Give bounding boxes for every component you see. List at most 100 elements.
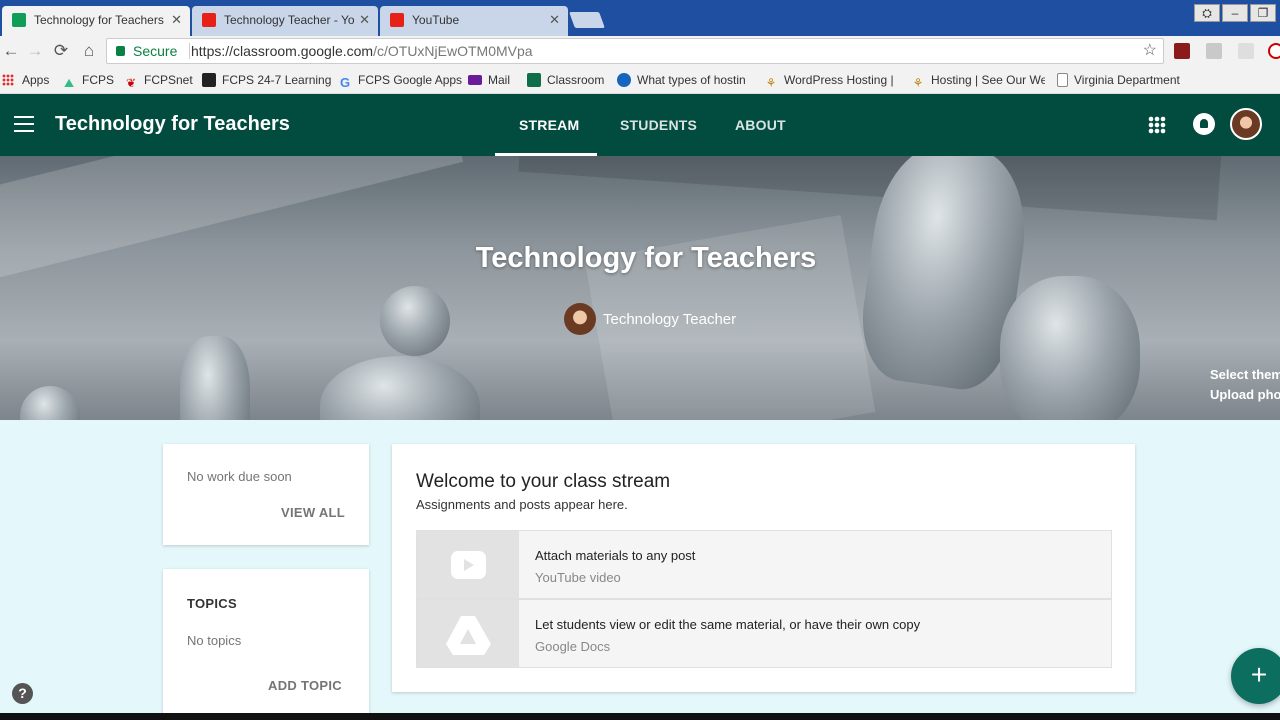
teacher-name: Technology Teacher [603, 311, 737, 328]
bookmark-label: FCPSnet [144, 73, 193, 87]
bookmark-apps[interactable]: Apps [2, 72, 49, 88]
mannequin-figure [380, 286, 450, 356]
teacher-avatar [564, 303, 596, 335]
bookmark-fcpsnet[interactable]: ❦ FCPSnet [124, 72, 193, 90]
mannequin-figure [320, 356, 480, 420]
mail-icon [468, 75, 482, 85]
google-drive-icon [446, 616, 491, 655]
welcome-title: Welcome to your class stream [416, 471, 671, 492]
classroom-icon [12, 13, 26, 27]
banner-decor [518, 156, 1222, 221]
maximize-button[interactable]: ❐ [1250, 4, 1276, 22]
youtube-icon [390, 13, 404, 27]
add-topic-button[interactable]: ADD TOPIC [268, 678, 342, 693]
tip-youtube: Attach materials to any post YouTube vid… [416, 530, 1112, 599]
tip-google-docs: Let students view or edit the same mater… [416, 599, 1112, 668]
close-icon[interactable]: ✕ [549, 6, 560, 34]
tip-source: Google Docs [535, 639, 611, 654]
extension-icon[interactable] [1206, 43, 1222, 59]
reload-icon[interactable]: ⟳ [50, 40, 72, 62]
close-icon[interactable]: ✕ [359, 6, 370, 34]
bookmark-fcps-google-apps[interactable]: G FCPS Google Apps [338, 72, 462, 90]
close-icon[interactable]: ✕ [171, 6, 182, 34]
stream-welcome-card: Welcome to your class stream Assignments… [392, 444, 1135, 692]
tab-about[interactable]: ABOUT [735, 117, 786, 133]
screen-bottom-edge [0, 713, 1280, 720]
bookmark-label: Mail [488, 73, 511, 87]
welcome-subtitle: Assignments and posts appear here. [416, 497, 628, 512]
create-post-button[interactable]: + [1231, 648, 1280, 704]
browser-tab-strip: Technology for Teachers ✕ Technology Tea… [0, 0, 1280, 36]
tab-stream[interactable]: STREAM [519, 117, 579, 133]
view-all-button[interactable]: VIEW ALL [281, 505, 345, 520]
bookmark-wordpress-hosting[interactable]: ⚘ WordPress Hosting | [764, 72, 898, 90]
account-avatar[interactable] [1230, 108, 1262, 140]
back-arrow-icon[interactable]: ← [0, 40, 22, 62]
youtube-play-icon [451, 551, 486, 579]
bookmark-label: FCPS [82, 73, 115, 87]
pdf-extension-icon[interactable] [1174, 43, 1190, 59]
bookmark-label: Apps [22, 73, 50, 87]
browser-tab-youtube-channel[interactable]: Technology Teacher - Yo ✕ [192, 6, 378, 36]
topics-status: No topics [187, 633, 242, 648]
bookmark-fcps[interactable]: ⛰ FCPS [62, 72, 114, 90]
tab-title: Technology for Teachers [34, 13, 164, 27]
home-icon[interactable]: ⌂ [78, 40, 100, 62]
mannequin-figure [1000, 276, 1140, 420]
tab-students[interactable]: STUDENTS [620, 117, 697, 133]
globe-icon [617, 73, 631, 87]
divider [189, 43, 190, 59]
bookmark-hosting-types[interactable]: What types of hostin [617, 72, 751, 88]
bookmark-virginia-department[interactable]: Virginia Department [1057, 72, 1187, 88]
bookmark-label: Classroom [547, 73, 605, 87]
extension-icon[interactable] [1238, 43, 1254, 59]
tip-thumbnail [417, 600, 519, 667]
bookmarks-bar: Apps ⛰ FCPS ❦ FCPSnet FCPS 24-7 Learning G… [0, 66, 1280, 94]
url-text: https://classroom.google.com/c/OTUxNjEwO… [191, 39, 533, 63]
class-banner: Technology for Teachers Technology Teach… [0, 156, 1280, 420]
forward-arrow-icon[interactable]: → [24, 40, 46, 62]
lock-icon [116, 46, 125, 56]
bookmark-star-icon[interactable]: ☆ [1143, 39, 1157, 63]
browser-toolbar: ← → ⟳ ⌂ Secure https://classroom.google.… [0, 36, 1280, 66]
menu-icon[interactable] [14, 116, 34, 132]
hosting-icon: ⚘ [765, 76, 777, 90]
bookmark-label: WordPress Hosting | [784, 73, 894, 87]
bookmark-hosting-see-our[interactable]: ⚘ Hosting | See Our We [911, 72, 1045, 90]
mannequin-figure [20, 386, 80, 420]
minimize-button[interactable]: – [1222, 4, 1248, 22]
select-theme-link[interactable]: Select theme [1210, 367, 1280, 382]
bookmark-fcps-24-7[interactable]: FCPS 24-7 Learning [202, 72, 331, 88]
topics-card: TOPICS No topics ADD TOPIC [163, 569, 369, 719]
tip-text: Attach materials to any post [535, 548, 696, 563]
browser-tab-classroom[interactable]: Technology for Teachers ✕ [2, 6, 190, 36]
secure-label: Secure [133, 43, 178, 59]
tip-thumbnail [417, 531, 519, 598]
upcoming-status: No work due soon [187, 469, 292, 484]
bookmark-label: FCPS Google Apps [358, 73, 463, 87]
profile-button[interactable]: ⛭ [1194, 4, 1220, 22]
url-path: /c/OTUxNjEwOTM0MVpa [373, 43, 533, 59]
upload-photo-link[interactable]: Upload photo [1210, 387, 1280, 402]
bookmark-label: FCPS 24-7 Learning [222, 73, 332, 87]
banner-class-title: Technology for Teachers [475, 242, 817, 274]
browser-tab-youtube[interactable]: YouTube ✕ [380, 6, 568, 36]
help-icon[interactable]: ? [12, 683, 33, 704]
apps-grid-icon [2, 74, 14, 86]
class-name: Technology for Teachers [55, 113, 290, 135]
block-extension-icon[interactable] [1268, 43, 1280, 59]
blackboard-icon [202, 73, 216, 87]
new-tab-button[interactable] [569, 12, 605, 28]
bookmark-classroom[interactable]: Classroom [527, 72, 604, 88]
youtube-icon [202, 13, 216, 27]
notifications-bell-icon[interactable] [1193, 113, 1215, 135]
tip-source: YouTube video [535, 570, 621, 585]
address-bar[interactable]: Secure https://classroom.google.com/c/OT… [106, 38, 1164, 64]
google-apps-grid-icon[interactable] [1148, 116, 1166, 134]
page-icon [1057, 73, 1068, 87]
url-host: https://classroom.google.com [191, 43, 374, 59]
bookmark-label: Virginia Department [1074, 73, 1180, 87]
upcoming-card: No work due soon VIEW ALL [163, 444, 369, 545]
bookmark-mail[interactable]: Mail [468, 72, 510, 88]
bookmark-label: Hosting | See Our We [931, 73, 1045, 87]
